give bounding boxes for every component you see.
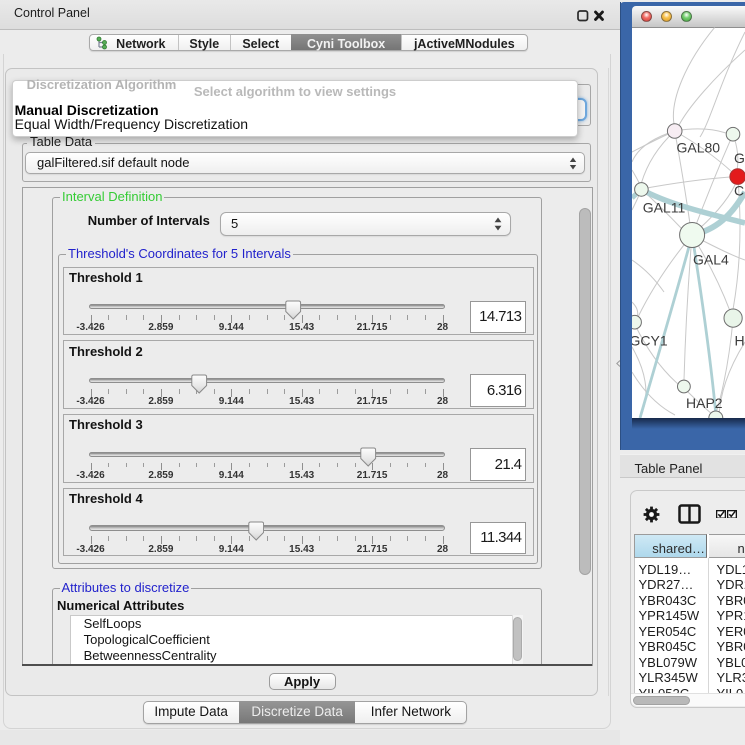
- svg-text:HAP2: HAP2: [686, 395, 723, 411]
- svg-text:C: C: [734, 183, 744, 199]
- svg-text:GAL4: GAL4: [693, 252, 729, 268]
- svg-text:GCY1: GCY1: [630, 333, 668, 349]
- svg-text:GA: GA: [734, 150, 745, 166]
- svg-text:GAL11: GAL11: [643, 200, 686, 216]
- svg-text:GAL80: GAL80: [677, 140, 721, 156]
- svg-text:H: H: [735, 333, 745, 349]
